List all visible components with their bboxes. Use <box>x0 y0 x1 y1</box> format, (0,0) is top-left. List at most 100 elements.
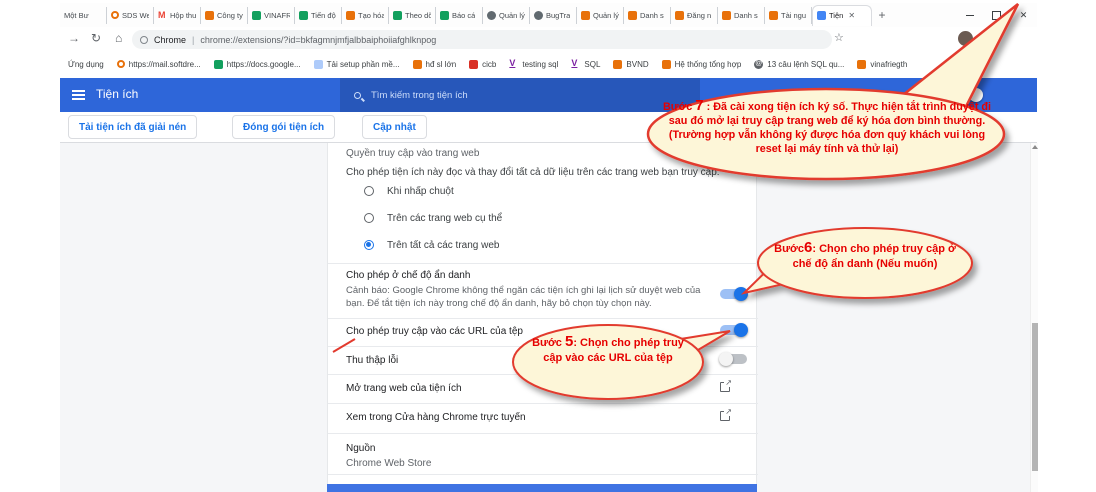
bookmark-label: https://mail.softdre... <box>129 60 201 69</box>
home-button[interactable]: ⌂ <box>115 31 122 45</box>
browser-tab[interactable]: Danh s <box>624 7 671 24</box>
browser-tab[interactable]: Quản lý <box>483 7 530 24</box>
radio-label: Trên tất cả các trang web <box>387 240 499 251</box>
pack-extension-button[interactable]: Đóng gói tiện ích <box>232 115 335 139</box>
address-bar[interactable]: Chrome | chrome://extensions/?id=bkfagmn… <box>132 30 832 49</box>
v-icon <box>571 60 580 69</box>
error-collection-title: Thu thập lỗi <box>346 355 398 366</box>
extension-detail-content: Quyền truy cập vào trang web Cho phép ti… <box>60 142 1037 492</box>
page-info-icon[interactable] <box>140 36 148 44</box>
divider <box>328 374 758 375</box>
bookmarks-bar: Ứng dụng https://mail.softdre... https:/… <box>60 52 1037 76</box>
scroll-up-arrow-icon[interactable] <box>1032 145 1038 149</box>
close-window-button[interactable] <box>1010 3 1037 27</box>
bookmark-item[interactable]: SQL <box>571 60 600 69</box>
scrollbar[interactable] <box>1030 143 1038 492</box>
browser-tab[interactable]: Một Bư <box>60 7 107 24</box>
browser-menu-icon[interactable] <box>988 30 999 43</box>
tab-label: Quản lý <box>593 11 619 20</box>
bookmark-item[interactable]: testing sql <box>509 60 558 69</box>
divider <box>328 318 758 319</box>
globe-icon <box>487 11 496 20</box>
tab-label: Theo dõ <box>405 11 431 20</box>
tab-label: Hộp thư <box>170 11 196 20</box>
tab-label: SDS We <box>122 11 149 20</box>
error-collection-toggle[interactable] <box>720 354 747 364</box>
bookmark-item[interactable]: https://docs.google... <box>214 60 301 69</box>
divider <box>328 403 758 404</box>
open-website-row[interactable]: Mở trang web của tiện ích <box>346 383 462 394</box>
search-icon <box>354 92 361 99</box>
gmail-icon <box>158 11 167 20</box>
doc-icon <box>769 11 778 20</box>
browser-tab[interactable]: VINAFR <box>248 7 295 24</box>
browser-tab[interactable]: BugTra <box>530 7 577 24</box>
extensions-search-box[interactable]: Tìm kiếm trong tiện ích <box>340 78 700 112</box>
site-access-radio-option[interactable]: Trên các trang web cụ thể <box>364 210 502 226</box>
browser-tab[interactable]: Báo cá <box>436 7 483 24</box>
bookmark-item[interactable]: BVND <box>613 60 648 69</box>
site-access-radio-option[interactable]: Khi nhấp chuột <box>364 183 454 199</box>
bookmark-item[interactable]: cicb <box>469 60 496 69</box>
browser-tab[interactable]: Đăng n <box>671 7 718 24</box>
bookmark-label: hđ sl lớn <box>426 60 457 69</box>
browser-tab[interactable]: Quản lý <box>577 7 624 24</box>
extensions-toolbar: Tải tiện ích đã giải nén Đóng gói tiện í… <box>60 112 1037 142</box>
load-unpacked-button[interactable]: Tải tiện ích đã giải nén <box>68 115 197 139</box>
browser-tab[interactable]: Công ty <box>201 7 248 24</box>
setup-icon <box>314 60 323 69</box>
file-urls-toggle[interactable] <box>720 325 747 335</box>
restore-button[interactable] <box>983 3 1010 27</box>
screenshot-stage: Một Bư SDS We Hộp thư Công ty <box>0 0 1096 492</box>
bookmark-item[interactable]: vinafriegth <box>857 60 907 69</box>
developer-mode-label: triển <box>915 89 934 100</box>
external-link-icon[interactable] <box>720 382 730 392</box>
site-access-radio-option[interactable]: Trên tất cả các trang web <box>364 237 499 253</box>
tab-close-icon[interactable] <box>848 11 855 20</box>
browser-tab[interactable]: Theo dõ <box>389 7 436 24</box>
bookmark-item[interactable]: hđ sl lớn <box>413 60 457 69</box>
menu-icon[interactable] <box>72 90 85 92</box>
bookmark-star-icon[interactable] <box>834 31 844 44</box>
bookmark-item[interactable]: 13 câu lệnh SQL qu... <box>754 60 844 69</box>
reload-button[interactable]: ↻ <box>91 31 101 45</box>
bookmark-label: BVND <box>626 60 648 69</box>
bookmark-item[interactable]: Ứng dụng <box>68 60 104 69</box>
external-link-icon[interactable] <box>720 411 730 421</box>
doc-icon <box>675 11 684 20</box>
bottom-blue-strip <box>327 484 757 492</box>
minimize-button[interactable] <box>956 3 983 27</box>
radio-label: Trên các trang web cụ thể <box>387 213 502 224</box>
browser-tab[interactable]: Danh s <box>718 7 765 24</box>
forward-button[interactable]: → <box>68 31 80 45</box>
doc-icon <box>581 11 590 20</box>
bookmark-item[interactable]: Hệ thống tổng hợp <box>662 60 742 69</box>
bookmark-item[interactable]: Tải setup phần mề... <box>314 60 400 69</box>
developer-mode-toggle[interactable] <box>955 90 982 100</box>
incognito-toggle[interactable] <box>720 289 747 299</box>
tab-label: Tài ngu <box>781 11 806 20</box>
browser-tab[interactable]: SDS We <box>107 7 154 24</box>
tab-label: Công ty <box>217 11 243 20</box>
new-tab-button[interactable] <box>872 7 892 24</box>
address-separator: | <box>192 35 194 45</box>
view-in-store-row[interactable]: Xem trong Cửa hàng Chrome trực tuyến <box>346 412 526 423</box>
browser-tab[interactable]: Hộp thư <box>154 7 201 24</box>
browser-tab[interactable]: Tiến độ <box>295 7 342 24</box>
tab-label: Báo cá <box>452 11 475 20</box>
browser-tab[interactable]: Tài ngu <box>765 7 812 24</box>
scrollbar-thumb[interactable] <box>1032 323 1038 471</box>
doc-icon <box>613 60 622 69</box>
bookmark-label: https://docs.google... <box>227 60 301 69</box>
bookmark-item[interactable]: https://mail.softdre... <box>117 60 201 69</box>
browser-tab[interactable]: Tiện <box>812 5 872 26</box>
update-button[interactable]: Cập nhật <box>362 115 427 139</box>
browser-tab[interactable]: Tạo hóa <box>342 7 389 24</box>
search-placeholder: Tìm kiếm trong tiện ích <box>371 90 468 101</box>
doc-icon <box>346 11 355 20</box>
profile-avatar[interactable] <box>958 31 973 46</box>
bookmark-label: 13 câu lệnh SQL qu... <box>767 60 844 69</box>
incognito-warning: Cảnh báo: Google Chrome không thể ngăn c… <box>346 284 708 310</box>
bookmark-label: SQL <box>584 60 600 69</box>
doc-icon <box>662 60 671 69</box>
